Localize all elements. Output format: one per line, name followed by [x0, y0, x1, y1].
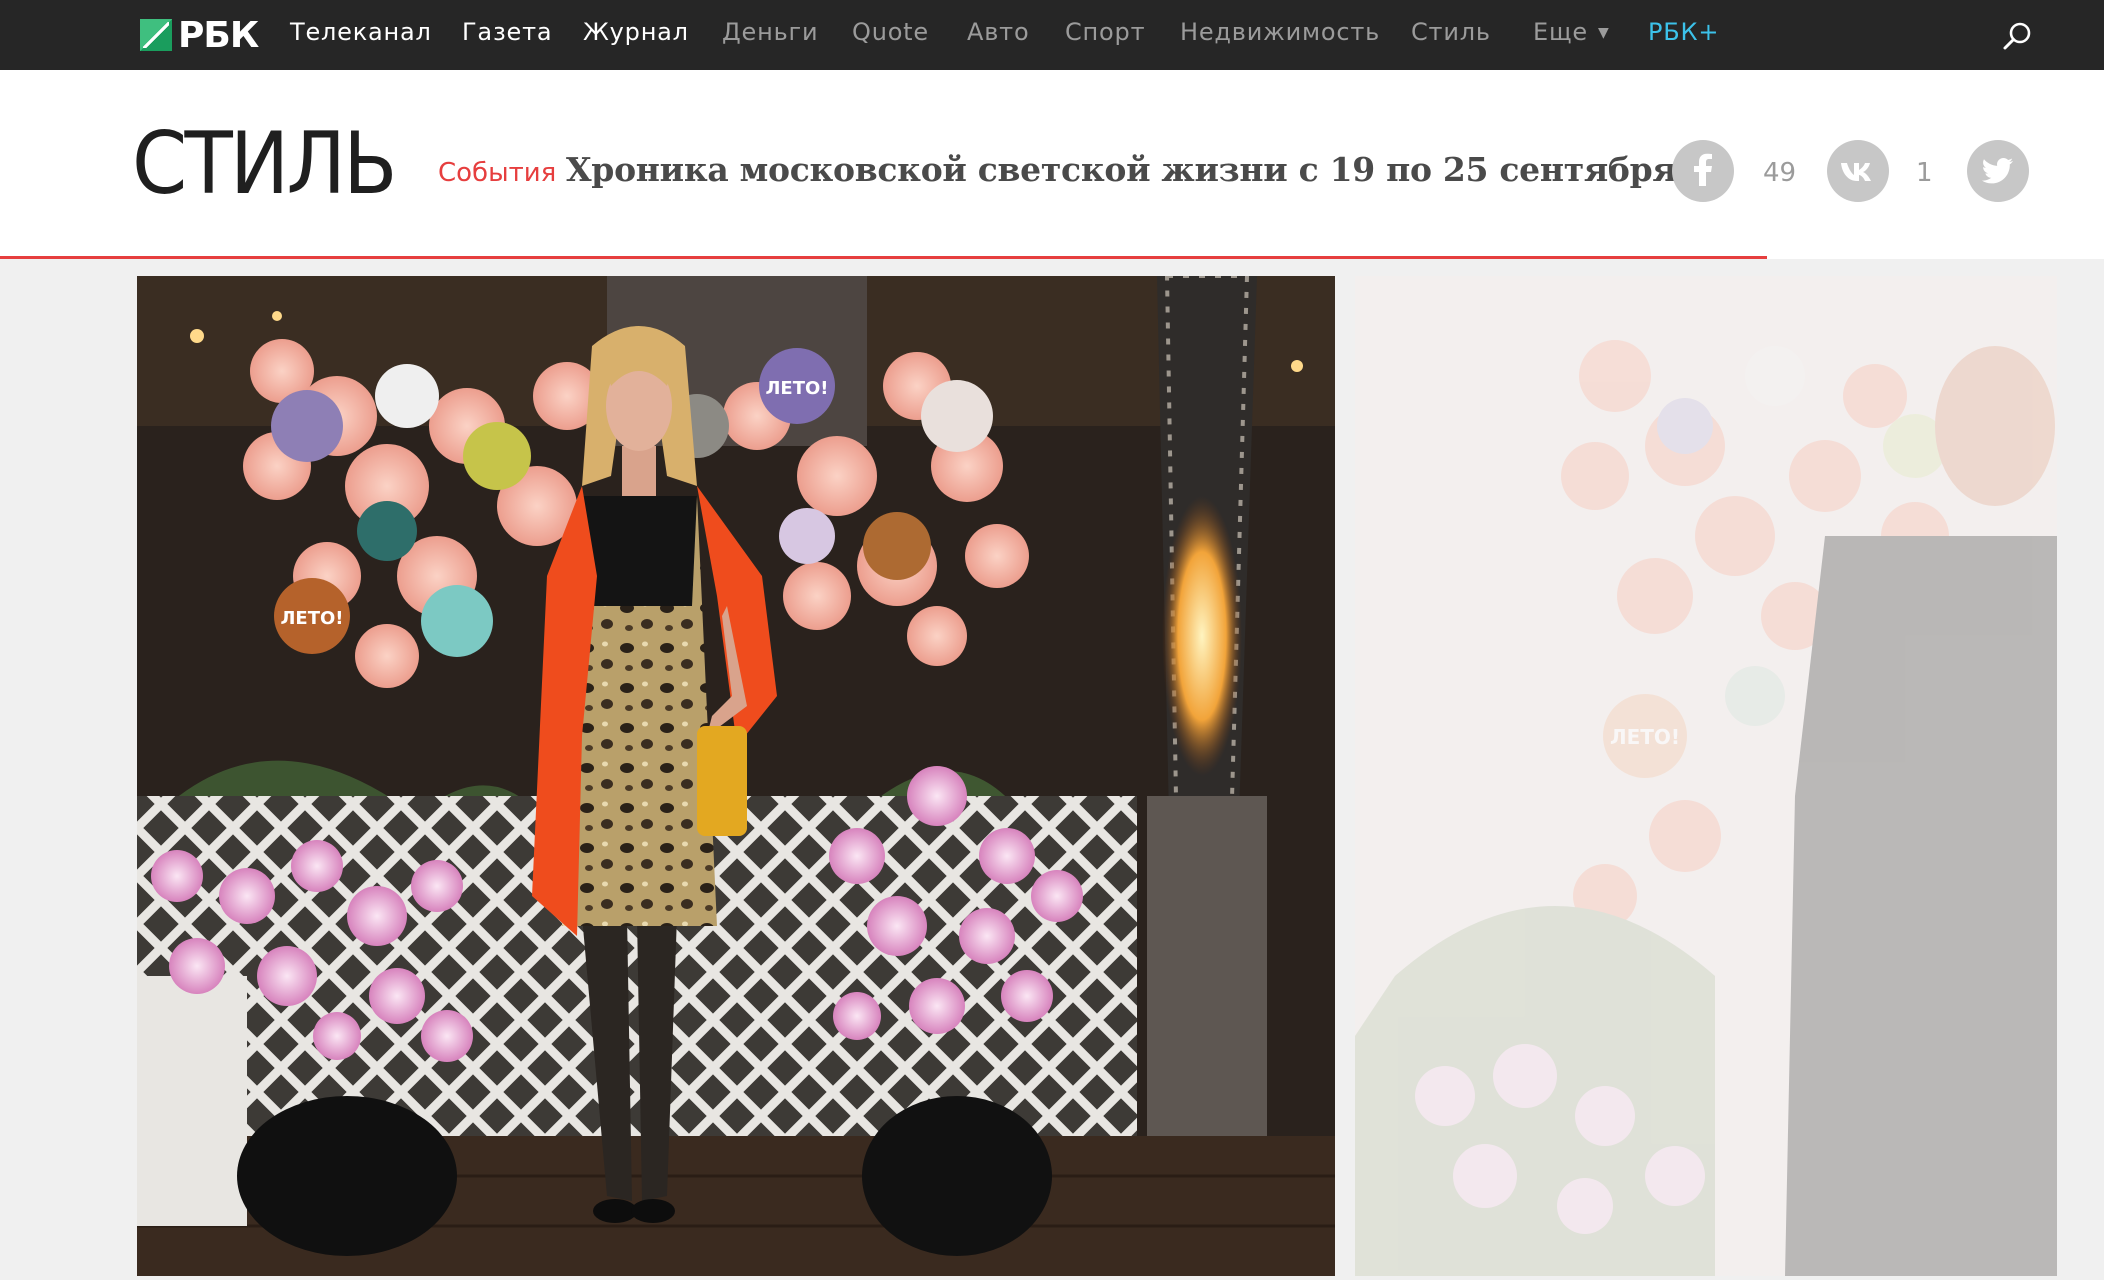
rbc-logo-icon [140, 19, 172, 51]
twitter-share-button[interactable] [1967, 140, 2029, 202]
vk-share-count: 1 [1916, 158, 1933, 188]
nav-item-telekanal[interactable]: Телеканал [290, 18, 432, 46]
section-logo-stil[interactable]: СТИЛЬ [132, 114, 398, 214]
nav-item-eshche[interactable]: Еще ▼ [1533, 18, 1610, 46]
nav-item-eshche-label: Еще [1533, 18, 1588, 46]
caret-down-icon: ▼ [1597, 25, 1610, 41]
facebook-share-count: 49 [1763, 158, 1797, 188]
gallery-photo-next[interactable]: ЛЕТО! [1355, 276, 2057, 1276]
facebook-icon [1694, 153, 1712, 186]
photo-gallery: ЛЕТО! ЛЕТО! ЛЕТО! [0, 259, 2104, 1280]
event-photo: ЛЕТО! ЛЕТО! [137, 276, 1335, 1276]
vk-icon [1841, 163, 1871, 181]
nav-item-dengi[interactable]: Деньги [722, 18, 818, 46]
facebook-share-button[interactable] [1672, 140, 1734, 202]
nav-item-quote[interactable]: Quote [852, 18, 929, 46]
search-icon [2003, 22, 2031, 50]
article-headline: Хроника московской светской жизни с 19 п… [566, 150, 1677, 189]
gallery-photo-main[interactable]: ЛЕТО! ЛЕТО! [137, 276, 1335, 1276]
nav-item-avto[interactable]: Авто [967, 18, 1029, 46]
rbc-logo-text: РБК [178, 14, 259, 56]
search-button[interactable] [2002, 20, 2034, 52]
rbc-logo[interactable]: РБК [140, 14, 259, 56]
next-event-photo: ЛЕТО! [1355, 276, 2057, 1276]
top-navigation: РБК Телеканал Газета Журнал Деньги Quote… [0, 0, 2104, 70]
section-header: СТИЛЬ События Хроника московской светско… [0, 70, 2104, 259]
badge-text-left: ЛЕТО! [280, 608, 343, 629]
nav-item-nedvizhimost[interactable]: Недвижимость [1180, 18, 1380, 46]
nav-item-rbc-plus[interactable]: РБК+ [1648, 18, 1719, 46]
nav-item-gazeta[interactable]: Газета [462, 18, 552, 46]
badge-text-right: ЛЕТО! [765, 378, 828, 399]
badge-text-next: ЛЕТО! [1610, 725, 1680, 749]
twitter-icon [1981, 158, 2013, 184]
nav-item-stil[interactable]: Стиль [1411, 18, 1491, 46]
nav-item-sport[interactable]: Спорт [1065, 18, 1145, 46]
nav-item-zhurnal[interactable]: Журнал [583, 18, 689, 46]
vk-share-button[interactable] [1827, 140, 1889, 202]
rubric-link[interactable]: События [438, 158, 556, 188]
